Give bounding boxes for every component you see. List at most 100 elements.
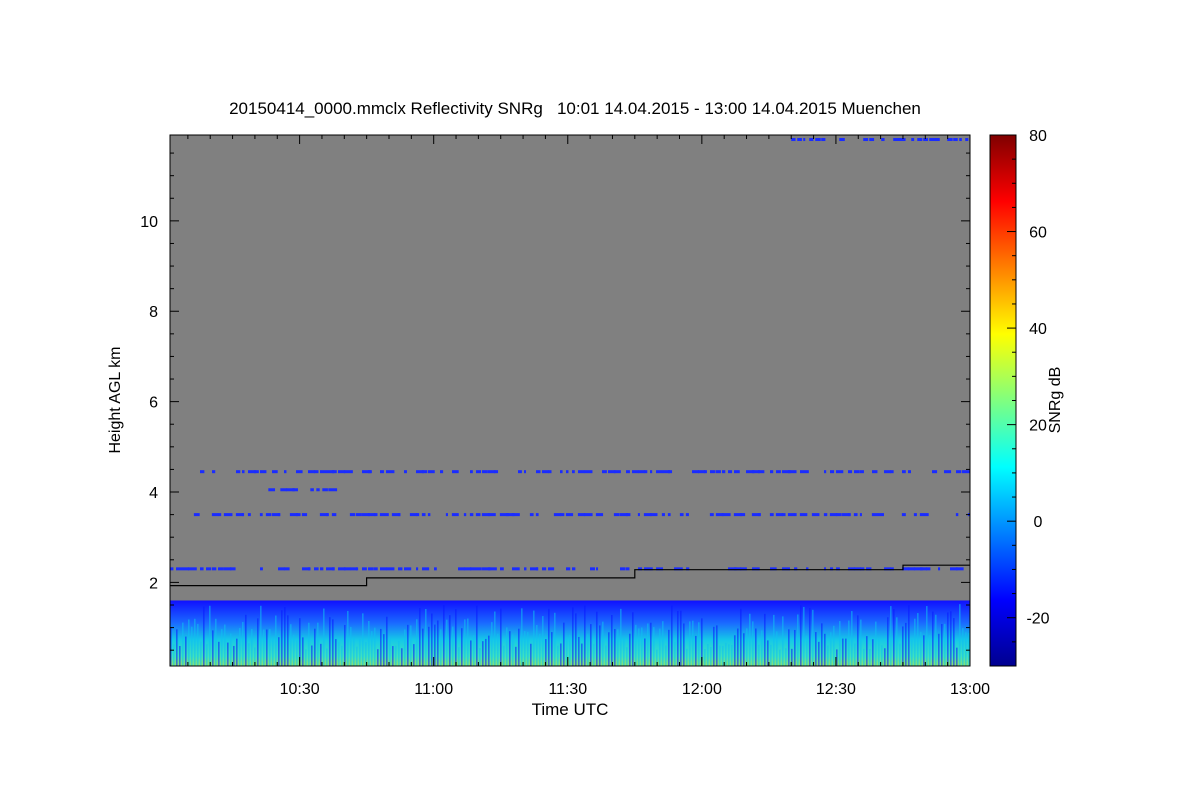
echo-layer-1 bbox=[314, 470, 319, 474]
surface-echo-streak bbox=[368, 620, 370, 666]
surface-echo-streak bbox=[554, 612, 556, 666]
surface-echo-streak bbox=[545, 639, 547, 666]
echo-layer-1 bbox=[872, 470, 878, 474]
echo-layer-1 bbox=[758, 470, 765, 474]
echo-layer-4 bbox=[284, 567, 290, 571]
x-tick-label: 10:30 bbox=[280, 681, 320, 698]
echo-layer-3 bbox=[739, 513, 746, 517]
surface-echo-streak bbox=[797, 614, 799, 666]
surface-echo-streak bbox=[932, 611, 934, 666]
surface-echo-streak bbox=[902, 626, 904, 666]
surface-echo-streak bbox=[275, 615, 277, 666]
surface-echo-streak bbox=[623, 638, 625, 666]
echo-layer-3 bbox=[325, 513, 329, 517]
echo-layer-2 bbox=[328, 488, 338, 492]
surface-echo-streak bbox=[422, 628, 424, 666]
echo-layer-1 bbox=[572, 470, 575, 474]
surface-echo-streak bbox=[560, 643, 562, 666]
surface-echo-streak bbox=[923, 635, 925, 666]
surface-echo-streak bbox=[401, 648, 403, 666]
echo-layer-4 bbox=[572, 567, 576, 571]
surface-echo-streak bbox=[320, 643, 322, 666]
surface-echo-streak bbox=[860, 619, 862, 666]
echo-layer-3 bbox=[241, 513, 245, 517]
echo-layer-1 bbox=[428, 470, 435, 474]
echo-layer-1 bbox=[422, 470, 428, 474]
surface-echo-streak bbox=[539, 633, 541, 666]
surface-echo-streak bbox=[182, 622, 184, 666]
surface-echo-streak bbox=[629, 633, 631, 666]
echo-layer-1 bbox=[518, 470, 522, 474]
surface-echo-streak bbox=[338, 641, 340, 666]
colorbar-label: SNRg dB bbox=[1047, 367, 1064, 434]
surface-echo-streak bbox=[800, 605, 802, 666]
surface-echo-streak bbox=[431, 613, 433, 666]
echo-layer-4 bbox=[350, 567, 358, 571]
surface-echo-streak bbox=[494, 611, 496, 666]
surface-echo-streak bbox=[653, 627, 655, 666]
radar-chart: 20150414_0000.mmclx Reflectivity SNRg 10… bbox=[107, 99, 1064, 719]
echo-layer-5 bbox=[809, 138, 814, 142]
surface-echo-streak bbox=[905, 622, 907, 666]
surface-echo-streak bbox=[731, 644, 733, 666]
surface-echo-streak bbox=[434, 624, 436, 666]
surface-echo-streak bbox=[245, 614, 247, 666]
echo-layer-1 bbox=[542, 470, 549, 474]
surface-echo-streak bbox=[584, 605, 586, 666]
surface-echo-streak bbox=[896, 617, 898, 666]
surface-echo-streak bbox=[845, 638, 847, 666]
surface-echo-streak bbox=[209, 605, 211, 666]
echo-layer-3 bbox=[919, 513, 929, 517]
echo-layer-4 bbox=[488, 567, 497, 571]
echo-layer-4 bbox=[386, 567, 395, 571]
echo-layer-4 bbox=[380, 567, 387, 571]
surface-echo-streak bbox=[704, 649, 706, 666]
surface-echo-streak bbox=[743, 633, 745, 666]
echo-layer-1 bbox=[560, 470, 563, 474]
surface-echo-streak bbox=[644, 638, 646, 666]
surface-echo-streak bbox=[755, 628, 757, 666]
surface-echo-streak bbox=[173, 644, 175, 666]
echo-layer-4 bbox=[542, 567, 547, 571]
echo-layer-1 bbox=[692, 470, 699, 474]
surface-echo-streak bbox=[518, 628, 520, 666]
surface-echo-streak bbox=[824, 633, 826, 666]
surface-echo-streak bbox=[632, 612, 634, 666]
echo-layer-4 bbox=[920, 567, 927, 571]
echo-layer-4 bbox=[908, 567, 915, 571]
surface-echo-streak bbox=[806, 635, 808, 666]
surface-echo-streak bbox=[884, 648, 886, 666]
surface-echo-streak bbox=[386, 616, 388, 666]
echo-layer-4 bbox=[476, 567, 482, 571]
echo-layer-5 bbox=[791, 138, 796, 142]
surface-echo-streak bbox=[461, 628, 463, 666]
surface-echo-streak bbox=[677, 611, 679, 666]
echo-layer-1 bbox=[902, 470, 906, 474]
echo-layer-4 bbox=[398, 567, 403, 571]
echo-layer-3 bbox=[877, 513, 884, 517]
surface-echo-streak bbox=[854, 643, 856, 666]
surface-echo-streak bbox=[599, 625, 601, 666]
surface-echo-streak bbox=[605, 645, 607, 666]
x-tick-label: 11:00 bbox=[414, 681, 453, 698]
echo-layer-2 bbox=[316, 488, 320, 492]
surface-echo-streak bbox=[353, 636, 355, 666]
surface-echo-streak bbox=[785, 648, 787, 666]
echo-layer-3 bbox=[625, 513, 631, 517]
surface-echo-streak bbox=[941, 623, 943, 666]
surface-echo-streak bbox=[956, 647, 958, 666]
surface-echo-streak bbox=[794, 629, 796, 666]
surface-echo-streak bbox=[296, 639, 298, 666]
surface-echo-streak bbox=[269, 628, 271, 666]
echo-layer-4 bbox=[512, 567, 520, 571]
echo-layer-1 bbox=[650, 470, 653, 474]
surface-echo-streak bbox=[602, 621, 604, 666]
echo-layer-4 bbox=[458, 567, 465, 571]
surface-echo-streak bbox=[524, 631, 526, 666]
echo-layer-3 bbox=[259, 513, 263, 517]
surface-echo-streak bbox=[203, 606, 205, 666]
surface-echo-streak bbox=[206, 644, 208, 666]
surface-echo-streak bbox=[908, 605, 910, 666]
surface-echo-streak bbox=[911, 639, 913, 666]
echo-layer-5 bbox=[899, 138, 906, 142]
